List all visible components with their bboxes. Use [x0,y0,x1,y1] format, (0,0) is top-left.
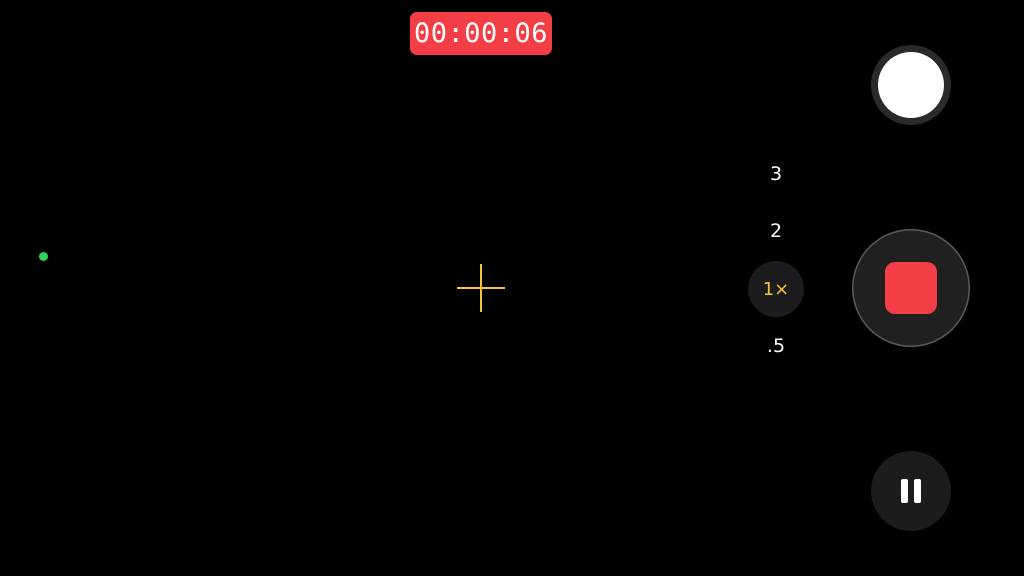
snapshot-button[interactable] [871,45,951,125]
zoom-option-3x[interactable]: 3 [748,146,804,202]
stop-recording-button[interactable] [852,229,970,347]
zoom-option-0-5x[interactable]: .5 [748,318,804,374]
snapshot-shutter-icon [878,52,944,118]
recording-timer: 00:00:06 [410,12,552,55]
camera-active-indicator-icon [39,252,48,261]
pause-recording-button[interactable] [871,451,951,531]
pause-icon [901,479,921,503]
zoom-option-2x[interactable]: 2 [748,203,804,259]
zoom-option-1x[interactable]: 1× [748,261,804,317]
focus-crosshair-icon [457,264,505,312]
camera-viewfinder[interactable]: 00:00:06 3 2 1× .5 [0,0,1024,576]
stop-recording-icon [885,262,937,314]
